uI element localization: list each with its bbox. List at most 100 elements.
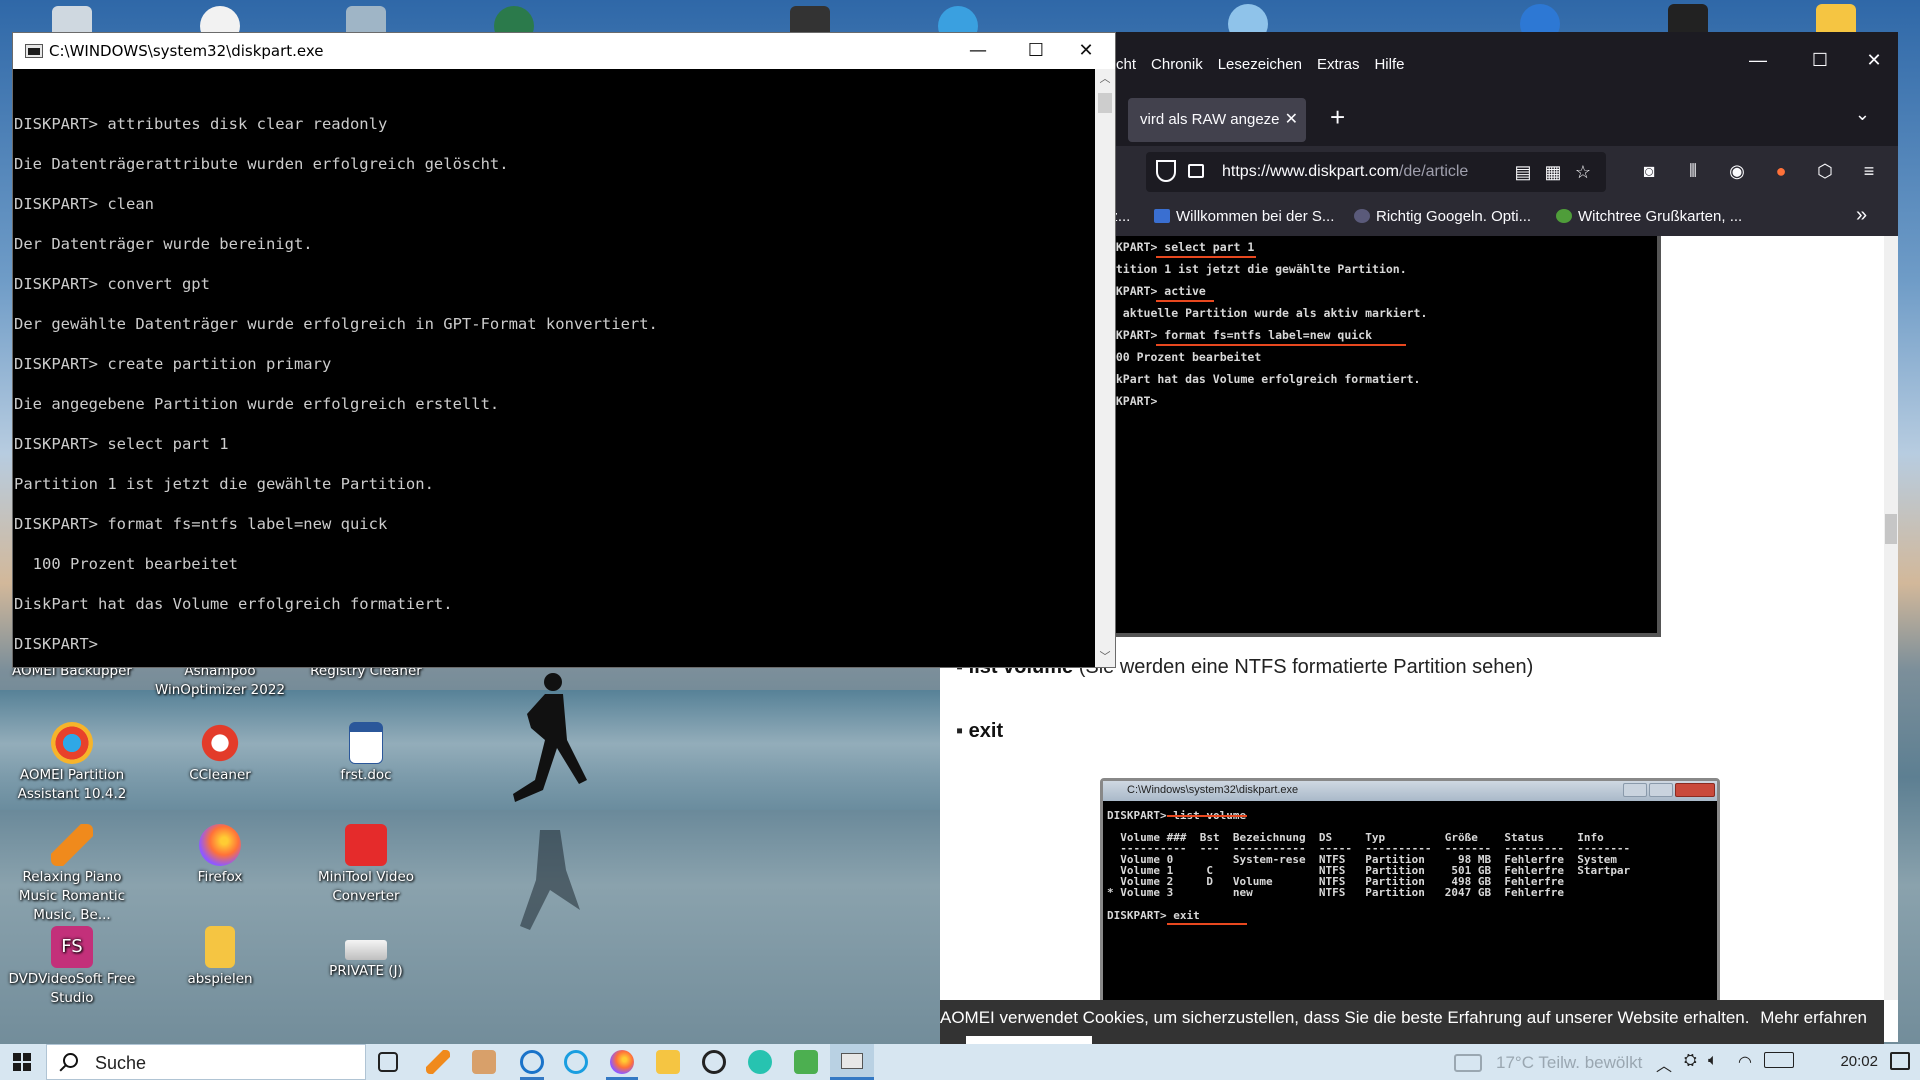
- taskbar-search-box[interactable]: Suche: [46, 1044, 366, 1080]
- bookmarks-toolbar: uz... Willkommen bei der S... Richtig Go…: [1098, 198, 1898, 236]
- console-output[interactable]: DISKPART> attributes disk clear readonly…: [13, 69, 1095, 667]
- task-view-icon[interactable]: [378, 1052, 398, 1072]
- new-tab-button[interactable]: +: [1330, 102, 1345, 133]
- firefox-icon[interactable]: [610, 1050, 634, 1074]
- network-wifi-icon[interactable]: ◠: [1738, 1052, 1752, 1072]
- weather-text[interactable]: 17°C Teilw. bewölkt: [1496, 1053, 1642, 1073]
- keyboard-icon[interactable]: [1764, 1052, 1794, 1068]
- tray-overflow-chevron-icon[interactable]: ︿: [1656, 1052, 1672, 1076]
- tray-app-icon[interactable]: ⛭: [1684, 1052, 1697, 1070]
- annotation-underline: [1167, 815, 1247, 817]
- bookmark-item[interactable]: Richtig Googeln. Opti...: [1354, 208, 1531, 225]
- url-bar[interactable]: https://www.diskpart.com/de/article ▤ ▦ …: [1146, 152, 1606, 192]
- cookie-more-link[interactable]: Mehr erfahren: [1760, 1008, 1867, 1027]
- bookmark-item[interactable]: Willkommen bei der S...: [1154, 208, 1334, 225]
- cookie-accept-button[interactable]: [966, 1036, 1092, 1044]
- bookmark-label: Witchtree Grußkarten, ...: [1578, 208, 1743, 225]
- page-scrollbar[interactable]: [1884, 236, 1898, 1000]
- search-placeholder: Suche: [95, 1053, 147, 1073]
- desktop-icon-label: PRIVATE (J): [329, 963, 403, 979]
- tab-close-icon[interactable]: ✕: [1285, 98, 1298, 142]
- app-taskbar-icon[interactable]: [702, 1050, 726, 1074]
- desktop-icon-ccleaner[interactable]: CCleaner: [150, 722, 290, 785]
- console-line: DiskPart hat das Volume erfolgreich form…: [14, 595, 453, 613]
- lock-icon[interactable]: [1188, 164, 1204, 178]
- console-scrollbar-thumb[interactable]: [1098, 93, 1112, 113]
- hamburger-menu-icon[interactable]: ≡: [1858, 160, 1880, 182]
- annotation-underline: [1156, 256, 1256, 258]
- screenshot-minimize-icon: [1623, 783, 1647, 797]
- desktop-icon-relaxing-piano[interactable]: Relaxing Piano Music Romantic Music, Be.…: [2, 824, 142, 925]
- vlc-icon[interactable]: [426, 1050, 450, 1074]
- menu-item-history[interactable]: Chronik: [1151, 56, 1203, 73]
- app-taskbar-icon[interactable]: [748, 1050, 772, 1074]
- console-line: DISKPART> create partition primary: [14, 355, 332, 373]
- console-scrollbar[interactable]: ︿ ﹀: [1095, 69, 1115, 667]
- browser-maximize-button[interactable]: ☐: [1800, 50, 1840, 71]
- console-taskbar-button[interactable]: [830, 1044, 874, 1080]
- page-scrollbar-thumb[interactable]: [1885, 514, 1897, 544]
- tab-list-chevron-icon[interactable]: ⌄: [1855, 104, 1870, 125]
- word-document-icon: [349, 722, 383, 764]
- volume-icon[interactable]: 🔈︎: [1708, 1052, 1718, 1070]
- menu-item-view[interactable]: cht: [1116, 56, 1136, 73]
- extensions-grid-icon[interactable]: ▦: [1542, 161, 1564, 183]
- desktop-icon-label: MiniTool Video Converter: [317, 869, 415, 904]
- console-line: Der Datenträger wurde bereinigt.: [14, 235, 313, 253]
- bookmarks-overflow-chevron-icon[interactable]: »: [1856, 204, 1867, 227]
- desktop-icon-aomei-partition[interactable]: AOMEI Partition Assistant 10.4.2: [2, 722, 142, 804]
- account-icon[interactable]: ◉: [1726, 160, 1748, 182]
- console-app-icon: [25, 44, 43, 58]
- pocket-icon[interactable]: ◙: [1638, 160, 1660, 182]
- scroll-up-arrow-icon[interactable]: ︿: [1095, 69, 1115, 89]
- taskbar-clock[interactable]: 20:02: [1840, 1053, 1878, 1070]
- ccleaner-icon: [199, 722, 241, 764]
- desktop-icon-abspielen[interactable]: abspielen: [150, 926, 290, 989]
- tab-active[interactable]: vird als RAW angeze ✕: [1128, 98, 1306, 142]
- browser-close-button[interactable]: ✕: [1854, 50, 1894, 71]
- file-explorer-icon[interactable]: [656, 1050, 680, 1074]
- console-line: Die angegebene Partition wurde erfolgrei…: [14, 395, 500, 413]
- desktop-icon-label: Firefox: [197, 869, 243, 885]
- extensions-icon[interactable]: ⬡: [1814, 160, 1836, 182]
- console-close-button[interactable]: ✕: [1057, 33, 1115, 69]
- menu-item-bookmarks[interactable]: Lesezeichen: [1218, 56, 1302, 73]
- bookmark-star-icon[interactable]: ☆: [1572, 161, 1594, 183]
- app-taskbar-icon[interactable]: [564, 1050, 588, 1074]
- console-titlebar: C:\WINDOWS\system32\diskpart.exe — ☐ ✕: [13, 33, 1115, 69]
- desktop-icon-private-drive[interactable]: PRIVATE (J): [296, 926, 436, 981]
- menu-item-help[interactable]: Hilfe: [1374, 56, 1404, 73]
- cookie-text: AOMEI verwendet Cookies, um sicherzustel…: [940, 1008, 1750, 1027]
- library-icon[interactable]: ⫴: [1682, 160, 1704, 182]
- desktop-icon-firefox[interactable]: Firefox: [150, 824, 290, 887]
- system-tray: 17°C Teilw. bewölkt ︿ ⛭ 🔈︎ ◠ 20:02: [1400, 1044, 1920, 1080]
- screenshot-line: ISKPART> select part 1: [1102, 240, 1255, 254]
- start-button[interactable]: [0, 1044, 44, 1080]
- screenshot-line: artition 1 ist jetzt die gewählte Partit…: [1102, 262, 1407, 276]
- weather-widget-icon[interactable]: [1454, 1054, 1482, 1072]
- media-player-icon[interactable]: [472, 1050, 496, 1074]
- screenshot-close-icon: [1675, 783, 1715, 797]
- scroll-down-arrow-icon[interactable]: ﹀: [1095, 647, 1115, 667]
- navigation-toolbar: https://www.diskpart.com/de/article ▤ ▦ …: [1098, 146, 1898, 198]
- tracking-shield-icon[interactable]: [1156, 160, 1176, 182]
- reader-view-icon[interactable]: ▤: [1512, 161, 1534, 183]
- app-taskbar-icon[interactable]: [794, 1050, 818, 1074]
- app-taskbar-icon[interactable]: [520, 1050, 544, 1074]
- bookmark-favicon-icon: [1354, 209, 1370, 223]
- url-text[interactable]: https://www.diskpart.com/de/article: [1222, 163, 1522, 181]
- console-line: DISKPART>: [14, 635, 98, 653]
- menu-item-extras[interactable]: Extras: [1317, 56, 1360, 73]
- desktop-icon-dvdvideosoft[interactable]: FS DVDVideoSoft Free Studio: [2, 926, 142, 1008]
- console-title: C:\WINDOWS\system32\diskpart.exe: [49, 42, 324, 60]
- browser-minimize-button[interactable]: —: [1738, 50, 1778, 71]
- console-minimize-button[interactable]: —: [949, 33, 1007, 69]
- tab-strip: vird als RAW angeze ✕ + ⌄: [1098, 94, 1898, 146]
- console-line: Die Datenträgerattribute wurden erfolgre…: [14, 155, 509, 173]
- bookmark-item[interactable]: Witchtree Grußkarten, ...: [1556, 208, 1742, 225]
- article-screenshot-diskpart-2: C:\Windows\system32\diskpart.exe DISKPAR…: [1100, 778, 1720, 1010]
- desktop-icon-frst-doc[interactable]: frst.doc: [296, 722, 436, 785]
- notification-center-icon[interactable]: [1890, 1052, 1910, 1070]
- addon-icon[interactable]: ●: [1770, 160, 1792, 182]
- desktop-icon-minitool-video[interactable]: MiniTool Video Converter: [296, 824, 436, 906]
